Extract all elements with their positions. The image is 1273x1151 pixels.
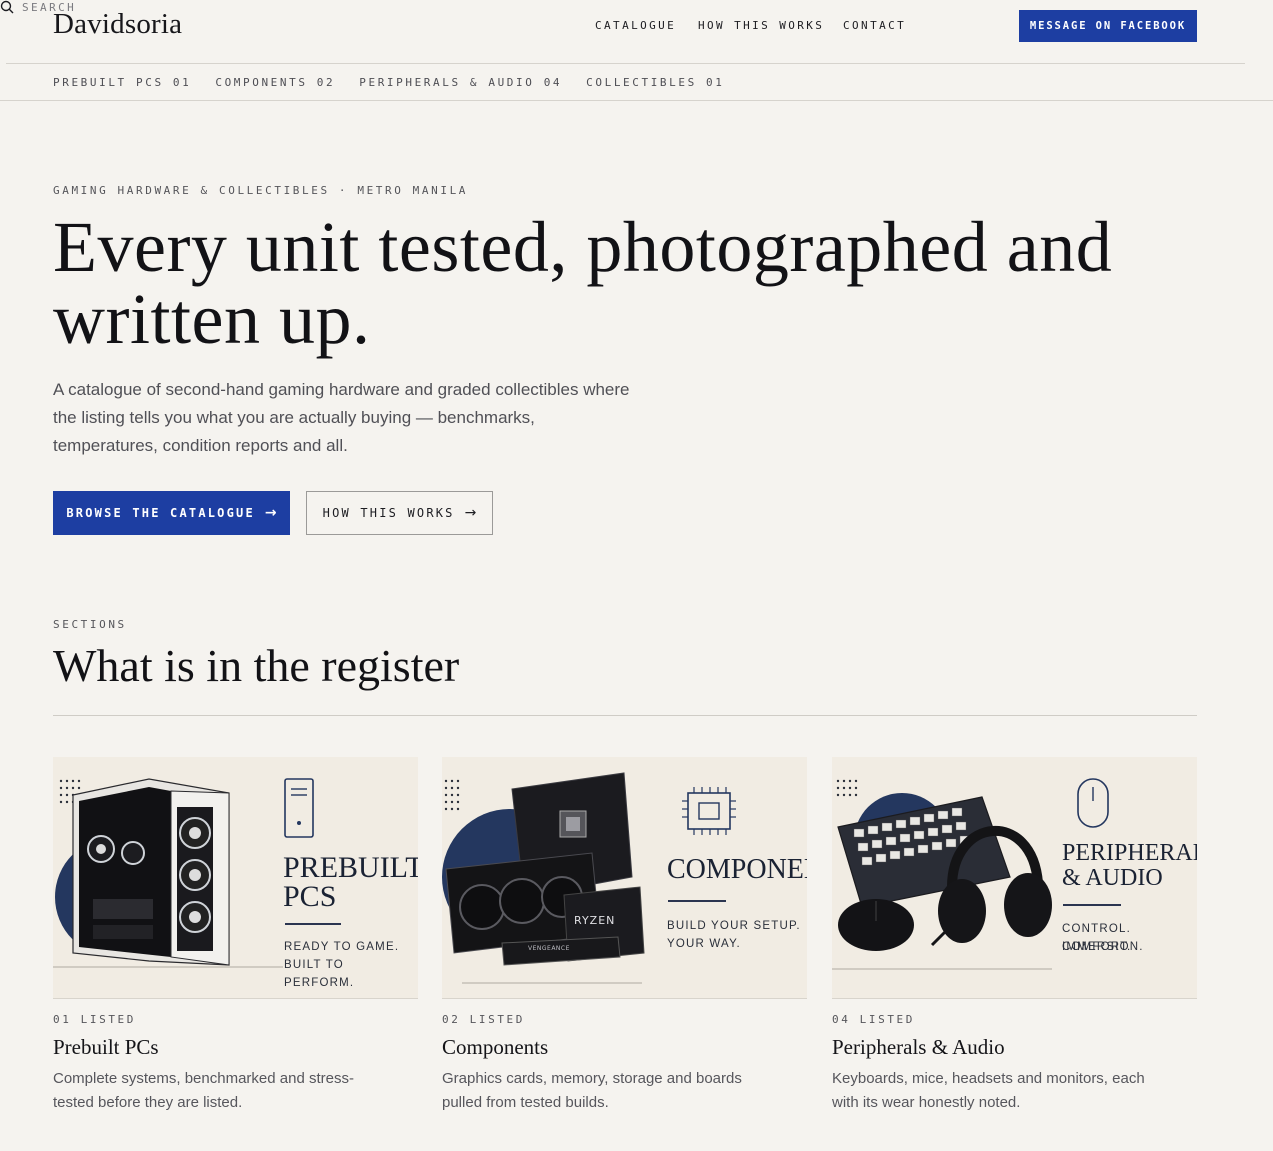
prebuilt-pcs-image-heading: PREBUILT [283, 851, 418, 884]
category-link-collectibles[interactable]: COLLECTIBLES 01 [586, 76, 724, 89]
image-divider [668, 900, 726, 902]
category-strip: PREBUILT PCS 01 COMPONENTS 02 PERIPHERAL… [53, 76, 725, 89]
image-divider [1063, 904, 1121, 906]
category-card-prebuilt-pcs[interactable]: PREBUILT PCS READY TO GAME. BUILT TO PER… [53, 757, 418, 1115]
sections-title: What is in the register [53, 640, 460, 691]
arrow-right-icon: → [264, 505, 277, 521]
components-illustration: RYZEN VENGEANCE COMPONENTS BUILD YOUR SE… [442, 757, 807, 999]
card-description: Complete systems, benchmarked and stress… [53, 1070, 354, 1111]
category-link-peripherals-audio[interactable]: PERIPHERALS & AUDIO 04 [359, 76, 562, 89]
ryzen-chip-label: RYZEN [574, 914, 616, 927]
hero-title: Every unit tested, photographed and writ… [53, 207, 1113, 359]
peripherals-image-heading-2: & AUDIO [1062, 865, 1163, 891]
category-card-components[interactable]: RYZEN VENGEANCE COMPONENTS BUILD YOUR SE… [442, 757, 807, 1115]
category-link-prebuilt-pcs[interactable]: PREBUILT PCS 01 [53, 76, 191, 89]
card-title[interactable]: Peripherals & Audio [832, 1035, 1197, 1060]
hero-description: A catalogue of second-hand gaming hardwa… [53, 380, 630, 455]
peripherals-audio-illustration: PERIPHERALS & AUDIO CONTROL. COMFORT. IM… [832, 757, 1197, 999]
hero-eyebrow: GAMING HARDWARE & COLLECTIBLES · METRO M… [53, 184, 469, 197]
prebuilt-pcs-illustration: PREBUILT PCS READY TO GAME. BUILT TO PER… [53, 757, 418, 999]
card-listed-count: 04 LISTED [832, 1013, 916, 1026]
peripherals-image-heading: PERIPHERALS [1062, 840, 1197, 866]
browse-catalogue-button[interactable]: BROWSE THE CATALOGUE → [53, 491, 290, 535]
top-navigation: Davidsoria CATALOGUE HOW THIS WORKS CONT… [0, 0, 1273, 64]
message-on-facebook-button[interactable]: MESSAGE ON FACEBOOK [1019, 10, 1197, 42]
prebuilt-pcs-tagline-2: BUILT TO PERFORM. [284, 959, 355, 989]
nav-link-catalogue[interactable]: CATALOGUE [595, 19, 676, 32]
nav-link-how-this-works[interactable]: HOW THIS WORKS [698, 19, 824, 32]
card-description: Keyboards, mice, headsets and monitors, … [832, 1070, 1145, 1111]
search-icon [0, 0, 14, 14]
prebuilt-pcs-tagline-1: READY TO GAME. [284, 941, 400, 953]
category-link-components[interactable]: COMPONENTS 02 [215, 76, 335, 89]
card-description: Graphics cards, memory, storage and boar… [442, 1070, 742, 1111]
peripherals-tagline-2: IMMERSION. [1062, 941, 1144, 953]
nav-link-contact[interactable]: CONTACT [843, 19, 906, 32]
category-strip-divider [0, 100, 1273, 101]
card-listed-count: 02 LISTED [442, 1013, 526, 1026]
browse-catalogue-label: BROWSE THE CATALOGUE [66, 506, 255, 520]
arrow-right-icon: → [464, 505, 477, 521]
image-divider [285, 923, 341, 925]
how-this-works-button[interactable]: HOW THIS WORKS → [306, 491, 493, 535]
prebuilt-pcs-image-heading-2: PCS [283, 880, 337, 913]
how-this-works-label: HOW THIS WORKS [322, 506, 455, 520]
sections-divider [53, 715, 1197, 716]
components-image-heading: COMPONENTS [667, 854, 807, 885]
category-card-peripherals-audio[interactable]: PERIPHERALS & AUDIO CONTROL. COMFORT. IM… [832, 757, 1197, 1115]
card-listed-count: 01 LISTED [53, 1013, 137, 1026]
header-divider [6, 63, 1245, 64]
components-tagline-1: BUILD YOUR SETUP. [667, 920, 801, 932]
brand-logo[interactable]: Davidsoria [53, 8, 182, 41]
sections-eyebrow: SECTIONS [53, 618, 127, 631]
card-title[interactable]: Components [442, 1035, 807, 1060]
components-tagline-2: YOUR WAY. [667, 938, 741, 950]
ram-brand-label: VENGEANCE [528, 945, 570, 952]
card-title[interactable]: Prebuilt PCs [53, 1035, 418, 1060]
